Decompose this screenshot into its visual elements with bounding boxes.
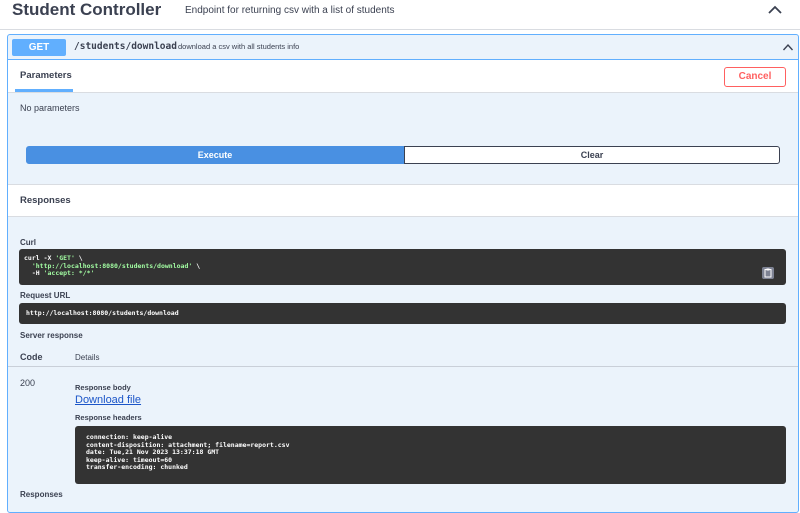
request-url-block[interactable]: http://localhost:8080/students/download [19,303,786,324]
response-headers-block[interactable]: connection: keep-alive content-dispositi… [75,426,786,484]
operation-summary[interactable]: GET /students/download download a csv wi… [8,35,798,60]
cancel-button[interactable]: Cancel [724,67,786,87]
operation-description: download a csv with all students info [178,42,300,51]
responses-section-label: Responses [20,490,63,499]
response-body-label: Response body [75,383,131,392]
clear-button[interactable]: Clear [404,146,780,164]
chevron-up-icon[interactable] [766,3,784,17]
controller-description: Endpoint for returning csv with a list o… [185,5,395,16]
controller-header[interactable]: Student Controller Endpoint for returnin… [0,0,800,30]
curl-header-flag: -H [31,269,44,277]
column-details: Details [75,353,100,362]
request-url-label: Request URL [20,291,71,300]
header-line: transfer-encoding: chunked [86,463,188,471]
tab-active-indicator [15,89,73,92]
response-table-header: Code Details [8,343,798,367]
response-headers-label: Response headers [75,413,142,422]
operation-block: GET /students/download download a csv wi… [7,34,799,513]
no-parameters-text: No parameters [20,103,80,113]
curl-line2-tail: \ [192,261,201,270]
column-code: Code [20,352,43,362]
responses-title: Responses [20,195,71,206]
server-response-label: Server response [20,331,83,340]
method-badge: GET [12,39,66,56]
curl-label: Curl [20,238,36,247]
chevron-up-icon[interactable] [782,42,794,52]
curl-accept: 'accept: */*' [43,269,95,277]
operation-path: /students/download [74,41,177,52]
controller-title: Student Controller [12,0,162,19]
curl-code-block[interactable]: curl -X 'GET' \ 'http://localhost:8080/s… [19,249,786,285]
responses-header: Responses [8,184,798,217]
parameters-header: Parameters Cancel [8,60,798,93]
download-file-link[interactable]: Download file [75,394,141,406]
execute-button[interactable]: Execute [26,146,404,164]
copy-to-clipboard-icon[interactable] [762,267,774,279]
status-code: 200 [20,378,36,388]
tab-parameters[interactable]: Parameters [20,70,72,81]
